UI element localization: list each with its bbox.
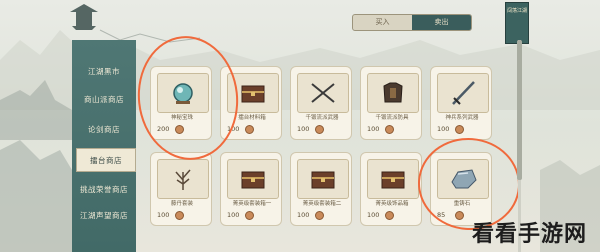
item-price: 100 xyxy=(297,125,310,133)
herb-icon xyxy=(157,159,209,199)
sidebar-item-reputation-shop[interactable]: 江湖声望商店 xyxy=(72,204,136,228)
armor-icon xyxy=(367,73,419,113)
coin-icon xyxy=(455,125,464,134)
item-price: 100 xyxy=(297,211,310,219)
item-name: 菁英级套装箱一 xyxy=(232,201,272,207)
item-price: 100 xyxy=(157,211,170,219)
coin-icon xyxy=(245,211,254,220)
chest-icon xyxy=(227,159,279,199)
event-banner[interactable]: 闯荡江湖 xyxy=(505,2,529,44)
tab-buy[interactable]: 买入 xyxy=(353,15,412,30)
banner-text: 闯荡江湖 xyxy=(506,8,527,14)
coin-icon xyxy=(175,211,184,220)
sidebar-item-arena-shop[interactable]: 擂台商店 xyxy=(76,148,136,172)
item-price: 100 xyxy=(367,125,380,133)
chest-icon xyxy=(297,159,349,199)
item-card[interactable]: 菁英级套装箱二 100 xyxy=(290,152,352,226)
crossed-swords-icon xyxy=(297,73,349,113)
scrollbar-thumb[interactable] xyxy=(517,40,522,180)
item-name: 千锻流派防具 xyxy=(375,115,409,121)
coin-icon xyxy=(315,125,324,134)
sidebar-item-shangshan-shop[interactable]: 商山派商店 xyxy=(72,88,136,112)
tab-sell[interactable]: 卖出 xyxy=(412,15,471,30)
item-price: 100 xyxy=(367,211,380,219)
item-card[interactable]: 千锻流派防具 100 xyxy=(360,66,422,140)
coin-icon xyxy=(245,125,254,134)
coin-icon xyxy=(385,125,394,134)
chest-icon xyxy=(367,159,419,199)
watermark-text: 看看手游网 xyxy=(472,222,588,247)
buy-sell-tabs: 买入 卖出 xyxy=(352,14,472,31)
item-name: 藤丹套装 xyxy=(170,201,193,207)
sword-icon xyxy=(437,73,489,113)
item-name: 菁英级饰品箱 xyxy=(375,201,409,207)
item-name: 神兵系列武器 xyxy=(445,115,479,121)
item-price: 100 xyxy=(437,125,450,133)
item-name: 千锻流派武器 xyxy=(305,115,339,121)
sidebar-item-jianghu-black-market[interactable]: 江湖黑市 xyxy=(72,60,136,84)
item-card[interactable]: 菁英级饰品箱 100 xyxy=(360,152,422,226)
sidebar-item-lunjian-shop[interactable]: 论剑商店 xyxy=(72,118,136,142)
item-card[interactable]: 藤丹套装 100 xyxy=(150,152,212,226)
item-name: 菁英级套装箱二 xyxy=(302,201,342,207)
item-price: 100 xyxy=(227,211,240,219)
item-card[interactable]: 菁英级套装箱一 100 xyxy=(220,152,282,226)
coin-icon xyxy=(385,211,394,220)
shop-sidebar: 江湖黑市 商山派商店 论剑商店 擂台商店 挑战荣誉商店 江湖声望商店 xyxy=(72,40,136,252)
coin-icon xyxy=(315,211,324,220)
item-card[interactable]: 神兵系列武器 100 xyxy=(430,66,492,140)
item-card[interactable]: 千锻流派武器 100 xyxy=(290,66,352,140)
sidebar-item-challenge-honor-shop[interactable]: 挑战荣誉商店 xyxy=(72,178,136,202)
